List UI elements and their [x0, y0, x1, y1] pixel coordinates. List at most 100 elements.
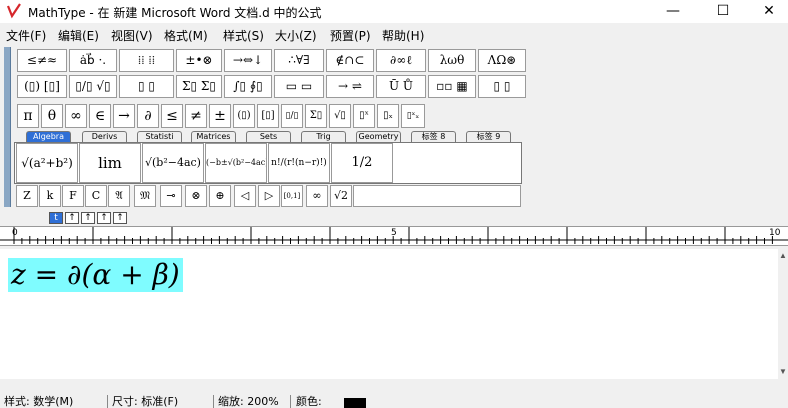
- tab-matrices[interactable]: Matrices: [191, 131, 236, 142]
- palette-logic[interactable]: ∴∀∃: [274, 49, 324, 72]
- menu-preferences[interactable]: 预置(P): [330, 27, 371, 44]
- tiny-bar-item-t[interactable]: t: [49, 212, 63, 224]
- template-sqrt2-button[interactable]: √2: [330, 185, 352, 207]
- palette-products[interactable]: Ū Ů: [376, 75, 426, 98]
- equation-editor[interactable]: z = ∂(α + β): [0, 249, 778, 379]
- symbol-otimes-button[interactable]: ⊗: [185, 185, 207, 207]
- menu-help[interactable]: 帮助(H): [382, 27, 424, 44]
- template-one-half[interactable]: 1/2: [331, 143, 393, 183]
- status-zoom: 缩放: 200%: [218, 395, 279, 408]
- horizontal-scrollbar[interactable]: [0, 379, 778, 391]
- tiny-bar-item-up-1[interactable]: ↑: [65, 212, 79, 224]
- ruler-mark-5: 5: [391, 228, 397, 238]
- menu-size[interactable]: 大小(Z): [275, 27, 317, 44]
- symbol-C-button[interactable]: C: [85, 185, 107, 207]
- template-combination[interactable]: n!/(r!(n−r)!): [268, 143, 330, 183]
- menu-style[interactable]: 样式(S): [223, 27, 264, 44]
- tiny-bar-item-up-4[interactable]: ↑: [113, 212, 127, 224]
- tab-trig[interactable]: Trig: [301, 131, 346, 142]
- symbol-triangle-left-button[interactable]: ◁: [234, 185, 256, 207]
- symbol-neq-button[interactable]: ≠: [185, 104, 207, 128]
- template-interval-button[interactable]: [0,1]: [281, 185, 303, 207]
- minimize-button[interactable]: —: [650, 0, 696, 23]
- template-quadratic-formula[interactable]: (−b±√(b²−4ac))/2a: [205, 143, 267, 183]
- template-brackets-button[interactable]: [▯]: [257, 104, 279, 128]
- palette-greek-lower[interactable]: λωθ: [428, 49, 476, 72]
- symbol-fraktur-M-button[interactable]: 𝔐: [134, 185, 156, 207]
- palette-embellishments[interactable]: ⁞⁞ ⁞⁞: [119, 49, 174, 72]
- maximize-button[interactable]: ☐: [700, 0, 746, 23]
- palette-sums[interactable]: Σ▯ Σ▯: [176, 75, 222, 98]
- close-button[interactable]: ✕: [746, 0, 788, 23]
- template-sqrt-button[interactable]: √▯: [329, 104, 351, 128]
- symbol-F-button[interactable]: F: [62, 185, 84, 207]
- palette-spaces-ellipses[interactable]: ȧb⃗ ·.: [69, 49, 117, 72]
- palette-arrows[interactable]: →⇔↓: [224, 49, 272, 72]
- symbol-infinity-button[interactable]: ∞: [65, 104, 87, 128]
- tab-algebra[interactable]: Algebra: [26, 131, 71, 142]
- template-fraction-button[interactable]: ▯/▯: [281, 104, 303, 128]
- palette-bars[interactable]: ▭ ▭: [274, 75, 324, 98]
- template-pythagorean[interactable]: √(a²+b²): [16, 143, 78, 183]
- template-limit[interactable]: lim x→∞: [79, 143, 141, 183]
- symbol-fraktur-A-button[interactable]: 𝔄: [108, 185, 130, 207]
- template-subscript-button[interactable]: ▯ₓ: [377, 104, 399, 128]
- lower-bar-empty-area[interactable]: [353, 185, 521, 207]
- symbol-element-of-button[interactable]: ∈: [89, 104, 111, 128]
- tab-sets[interactable]: Sets: [246, 131, 291, 142]
- template-subsup-button[interactable]: ▯ˣₓ: [401, 104, 425, 128]
- palette-fractions-radicals[interactable]: ▯/▯ √▯: [69, 75, 117, 98]
- palette-labeled-arrows[interactable]: → ⇌: [326, 75, 374, 98]
- symbol-multimap-button[interactable]: ⊸: [160, 185, 182, 207]
- symbol-theta-button[interactable]: θ: [41, 104, 63, 128]
- menu-bar: 文件(F) 编辑(E) 视图(V) 格式(M) 样式(S) 大小(Z) 预置(P…: [0, 23, 788, 45]
- tiny-bar-item-up-3[interactable]: ↑: [97, 212, 111, 224]
- tab-label-9[interactable]: 标签 9: [466, 131, 511, 142]
- ruler-mark-10: 10: [769, 228, 781, 238]
- palette-fences[interactable]: (▯) [▯]: [17, 75, 67, 98]
- symbol-triangle-right-button[interactable]: ▷: [258, 185, 280, 207]
- template-parens-button[interactable]: (▯): [233, 104, 255, 128]
- scroll-down-icon[interactable]: ▼: [778, 367, 788, 377]
- status-style: 样式: 数学(M): [4, 395, 74, 408]
- palette-misc[interactable]: ∂∞ℓ: [376, 49, 426, 72]
- template-superscript-button[interactable]: ▯ˣ: [353, 104, 375, 128]
- tab-geometry[interactable]: Geometry: [356, 131, 401, 142]
- toolbar-grip[interactable]: [4, 47, 11, 207]
- symbol-oplus-button[interactable]: ⊕: [209, 185, 231, 207]
- palette-sets[interactable]: ∉∩⊂: [326, 49, 374, 72]
- palette-greek-upper[interactable]: ΛΩ⊛: [478, 49, 526, 72]
- status-bar: 样式: 数学(M) 尺寸: 标准(F) 缩放: 200% 颜色:: [0, 395, 788, 408]
- symbol-leq-button[interactable]: ≤: [161, 104, 183, 128]
- palette-relations[interactable]: ≤≠≈: [17, 49, 67, 72]
- symbol-k-button[interactable]: k: [39, 185, 61, 207]
- template-discriminant[interactable]: √(b²−4ac): [142, 143, 204, 183]
- palette-scripts[interactable]: ▯ ▯: [119, 75, 174, 98]
- palette-boxes[interactable]: ▯ ▯: [478, 75, 526, 98]
- equation-selected[interactable]: z = ∂(α + β): [8, 258, 183, 292]
- symbol-infinity-lower-button[interactable]: ∞: [306, 185, 328, 207]
- palette-matrices[interactable]: ▫▫ ▦: [428, 75, 476, 98]
- symbol-Z-button[interactable]: Z: [16, 185, 38, 207]
- palette-operators[interactable]: ±•⊗: [176, 49, 222, 72]
- menu-format[interactable]: 格式(M): [164, 27, 208, 44]
- menu-edit[interactable]: 编辑(E): [58, 27, 99, 44]
- window-title: MathType - 在 新建 Microsoft Word 文档.d 中的公式: [28, 6, 322, 20]
- tab-label-8[interactable]: 标签 8: [411, 131, 456, 142]
- symbol-partial-button[interactable]: ∂: [137, 104, 159, 128]
- palette-integrals[interactable]: ∫▯ ∮▯: [224, 75, 272, 98]
- status-separator: [107, 395, 108, 408]
- ruler: 0 5 10: [0, 226, 788, 246]
- menu-view[interactable]: 视图(V): [111, 27, 153, 44]
- symbol-plusminus-button[interactable]: ±: [209, 104, 231, 128]
- symbol-arrow-button[interactable]: →: [113, 104, 135, 128]
- symbol-pi-button[interactable]: π: [17, 104, 39, 128]
- menu-file[interactable]: 文件(F): [6, 27, 46, 44]
- vertical-scrollbar[interactable]: ▲ ▼: [778, 249, 788, 379]
- scroll-up-icon[interactable]: ▲: [778, 251, 788, 261]
- tab-derivs[interactable]: Derivs: [82, 131, 127, 142]
- template-sum-button[interactable]: Σ▯: [305, 104, 327, 128]
- tiny-bar-item-up-2[interactable]: ↑: [81, 212, 95, 224]
- tab-statistics[interactable]: Statisti: [137, 131, 182, 142]
- status-size: 尺寸: 标准(F): [112, 395, 179, 408]
